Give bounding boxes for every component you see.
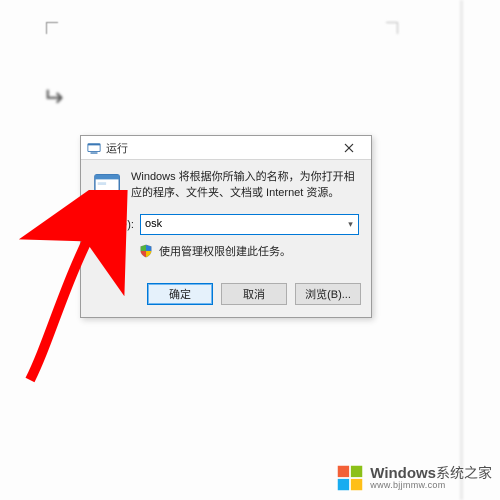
admin-text: 使用管理权限创建此任务。 — [159, 243, 291, 259]
chevron-down-icon[interactable]: ▾ — [342, 215, 358, 234]
open-combobox[interactable]: ▾ — [140, 214, 359, 235]
dialog-body: Windows 将根据你所输入的名称，为你打开相应的程序、文件夹、文档或 Int… — [81, 160, 371, 273]
run-titlebar-icon — [87, 141, 101, 155]
watermark-url: www.bjjmmw.com — [370, 481, 492, 490]
vertical-divider — [460, 0, 463, 500]
watermark-text: Windows系统之家 www.bjjmmw.com — [370, 466, 492, 490]
open-input[interactable] — [141, 215, 342, 234]
windows-logo-icon — [336, 464, 364, 492]
shield-icon — [139, 244, 153, 258]
crop-mark-top-left — [46, 22, 58, 34]
titlebar[interactable]: 运行 — [81, 136, 371, 160]
open-label: 打开(O): — [93, 216, 134, 232]
enter-glyph: ↵ — [42, 82, 64, 113]
watermark: Windows系统之家 www.bjjmmw.com — [336, 464, 492, 492]
dialog-footer: 确定 取消 浏览(B)... — [81, 273, 371, 317]
browse-button[interactable]: 浏览(B)... — [295, 283, 361, 305]
watermark-line2: 系统之家 — [436, 465, 492, 481]
open-row: 打开(O): ▾ — [93, 214, 359, 235]
admin-row: 使用管理权限创建此任务。 — [139, 243, 359, 259]
dialog-title: 运行 — [106, 140, 331, 156]
close-icon — [344, 143, 354, 153]
run-dialog: 运行 Windows 将根据你所输入的名称，为你打开相应的程序、文件夹、文档或 … — [80, 135, 372, 318]
close-button[interactable] — [331, 137, 367, 159]
crop-mark-top-right — [386, 22, 398, 34]
description-row: Windows 将根据你所输入的名称，为你打开相应的程序、文件夹、文档或 Int… — [93, 170, 359, 202]
dialog-description: Windows 将根据你所输入的名称，为你打开相应的程序、文件夹、文档或 Int… — [131, 170, 359, 202]
cancel-button[interactable]: 取消 — [221, 283, 287, 305]
run-app-icon — [93, 170, 123, 200]
ok-button[interactable]: 确定 — [147, 283, 213, 305]
